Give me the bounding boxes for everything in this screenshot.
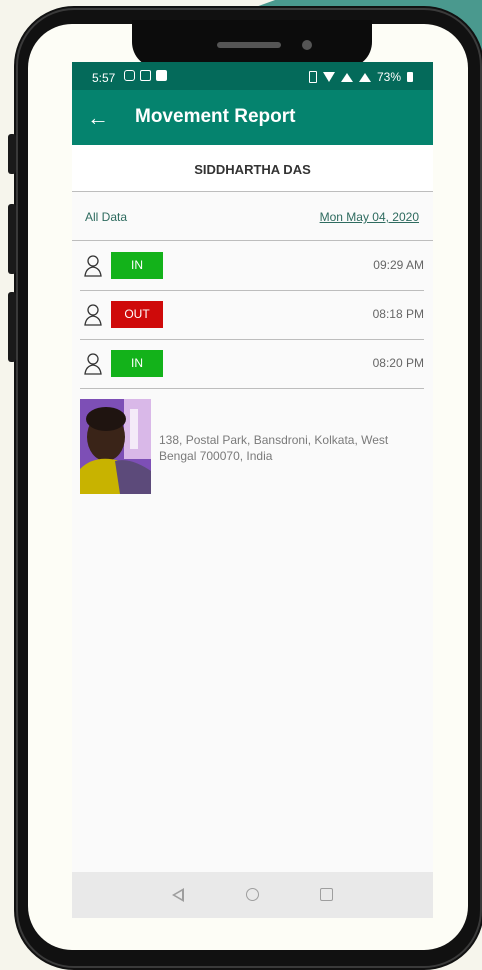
person-icon: [84, 353, 102, 375]
page-title: Movement Report: [135, 106, 296, 127]
all-data-label[interactable]: All Data: [85, 210, 127, 224]
person-photo-image: [80, 399, 151, 494]
selfie-photo[interactable]: [80, 399, 151, 494]
list-item[interactable]: IN 08:20 PM: [80, 340, 424, 389]
wifi-icon: [322, 72, 335, 82]
filter-row: All Data Mon May 04, 2020: [72, 192, 433, 241]
employee-name: SIDDHARTHA DAS: [72, 145, 433, 192]
signal-empty-icon: [358, 72, 371, 82]
notification-icon: [156, 70, 167, 81]
status-bar: 5:57 73%: [72, 62, 433, 90]
location-address: 138, Postal Park, Bansdroni, Kolkata, We…: [159, 433, 389, 463]
nav-recents-icon[interactable]: [320, 888, 333, 901]
date-picker-link[interactable]: Mon May 04, 2020: [320, 210, 419, 224]
notch: [132, 20, 372, 68]
list-item[interactable]: IN 09:29 AM: [80, 242, 424, 291]
entry-time: 09:29 AM: [373, 258, 424, 272]
person-icon: [84, 304, 102, 326]
nav-back-icon[interactable]: [172, 888, 184, 902]
entry-time: 08:20 PM: [372, 356, 424, 370]
phone-icon: [308, 71, 317, 83]
instagram-icon: [124, 70, 135, 81]
system-nav-bar: [72, 872, 433, 918]
app-bar: ← Movement Report: [72, 90, 433, 145]
app-icon: [140, 70, 151, 81]
front-camera: [302, 40, 312, 50]
status-time: 5:57: [92, 71, 116, 85]
entry-time: 08:18 PM: [372, 307, 424, 321]
list-item[interactable]: OUT 08:18 PM: [80, 291, 424, 340]
app-screen: 5:57 73% ← Movement Report SIDDHARTHA DA…: [72, 62, 433, 918]
volume-up-button: [8, 204, 16, 274]
side-button: [8, 134, 16, 174]
speaker: [217, 42, 281, 48]
status-badge: IN: [111, 350, 163, 377]
arrow-left-icon[interactable]: ←: [87, 105, 109, 131]
battery-percent: 73%: [376, 70, 401, 84]
status-badge: IN: [111, 252, 163, 279]
status-badge: OUT: [111, 301, 163, 328]
signal-icon: [340, 72, 353, 82]
battery-icon: [407, 72, 413, 82]
volume-down-button: [8, 292, 16, 362]
nav-home-icon[interactable]: [246, 888, 259, 901]
person-icon: [84, 255, 102, 277]
